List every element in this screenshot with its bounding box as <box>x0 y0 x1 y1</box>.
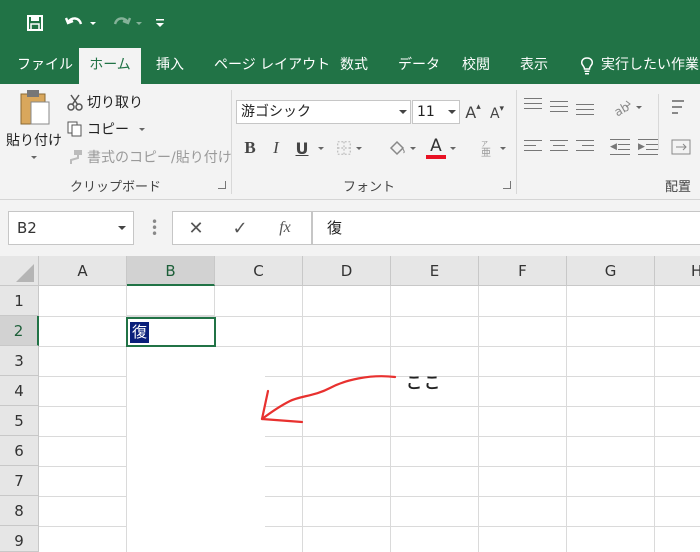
font-color-button[interactable]: A <box>424 134 458 162</box>
tab-formulas[interactable]: 数式 <box>340 46 368 84</box>
ribbon: 貼り付け 切り取り コピー 書式のコピー/貼り付け クリップボード 游ゴシック … <box>0 84 700 200</box>
lightbulb-icon <box>580 57 594 79</box>
paste-button[interactable]: 貼り付け <box>6 88 62 159</box>
name-box[interactable]: B2 <box>8 211 134 245</box>
insert-function-icon[interactable]: fx <box>273 217 297 239</box>
underline-button[interactable]: U <box>292 136 312 160</box>
increase-indent-icon[interactable]: ▶ <box>638 138 660 156</box>
italic-button[interactable]: I <box>266 136 286 160</box>
tab-page-layout[interactable]: ページ レイアウト <box>214 46 330 84</box>
font-size-box[interactable]: 11 <box>412 100 460 124</box>
borders-icon[interactable] <box>336 136 362 160</box>
tab-review[interactable]: 校閲 <box>462 46 490 84</box>
fill-color-icon[interactable] <box>388 136 416 160</box>
svg-text:ア: ア <box>481 140 488 148</box>
scissors-icon <box>67 94 83 111</box>
align-center-icon[interactable] <box>550 140 570 156</box>
tab-home[interactable]: ホーム <box>79 48 141 84</box>
align-top-icon[interactable] <box>524 98 544 114</box>
copy-label: コピー <box>87 122 129 138</box>
paste-label: 貼り付け <box>6 133 62 149</box>
cut-button[interactable]: 切り取り <box>66 92 143 112</box>
tab-file[interactable]: ファイル <box>17 46 73 84</box>
chevron-down-icon <box>448 110 456 114</box>
annotation-text: ここ <box>406 373 443 392</box>
undo-icon[interactable] <box>60 9 100 37</box>
font-name-box[interactable]: 游ゴシック <box>236 100 411 124</box>
font-name-value: 游ゴシック <box>241 104 311 120</box>
align-right-icon[interactable] <box>576 140 596 156</box>
wrap-text-icon[interactable] <box>668 96 694 118</box>
formula-bar-buttons: ✕ ✓ fx <box>172 211 312 245</box>
tell-me-search[interactable]: 実行したい作業を <box>601 46 700 84</box>
format-painter-button[interactable]: 書式のコピー/貼り付け <box>66 147 232 167</box>
font-group-label: フォント <box>343 180 396 195</box>
font-size-value: 11 <box>417 104 435 120</box>
copy-icon <box>67 121 82 137</box>
orientation-icon[interactable]: ab <box>610 96 644 118</box>
ribbon-tabs: ファイル ホーム 挿入 ページ レイアウト 数式 データ 校閲 表示 実行したい… <box>0 46 700 84</box>
format-painter-label: 書式のコピー/貼り付け <box>87 150 232 166</box>
font-color-glyph: A <box>430 136 442 156</box>
font-color-swatch <box>426 155 446 159</box>
decrease-font-size-icon[interactable]: A ▾ <box>487 102 507 126</box>
clipboard-group-label: クリップボード <box>70 180 162 195</box>
align-bottom-icon[interactable] <box>576 98 596 116</box>
save-icon[interactable] <box>22 9 48 37</box>
group-divider <box>231 90 232 194</box>
alignment-group-label: 配置 <box>665 180 692 195</box>
chevron-down-icon[interactable] <box>318 147 324 150</box>
align-middle-icon[interactable] <box>550 98 570 114</box>
worksheet-grid[interactable]: A B C D E F G H 1 2 3 4 5 6 7 8 9 復 ここ <box>0 256 700 552</box>
format-painter-icon <box>70 150 82 164</box>
font-launcher-icon[interactable] <box>503 181 511 189</box>
chevron-down-icon <box>118 226 126 230</box>
increase-font-size-icon[interactable]: A ▴ <box>463 100 483 124</box>
annotation-arrow-icon <box>260 375 397 424</box>
svg-text:ab: ab <box>612 100 632 116</box>
merge-cells-icon[interactable] <box>668 136 694 158</box>
clipboard-launcher-icon[interactable] <box>218 181 226 189</box>
redo-icon[interactable] <box>106 9 146 37</box>
copy-button[interactable]: コピー <box>66 119 145 139</box>
tab-data[interactable]: データ <box>398 46 440 84</box>
formula-input[interactable]: 復 <box>312 211 700 245</box>
paste-icon <box>20 90 50 125</box>
bold-button[interactable]: B <box>240 136 260 160</box>
name-box-value: B2 <box>17 219 37 237</box>
align-left-icon[interactable] <box>524 140 544 156</box>
enter-icon[interactable]: ✓ <box>229 217 251 239</box>
decrease-indent-icon[interactable]: ◀ <box>610 138 632 156</box>
svg-text:亜: 亜 <box>481 148 491 158</box>
formula-bar-grip-icon[interactable]: • • • <box>151 216 158 240</box>
cancel-icon[interactable]: ✕ <box>185 217 207 239</box>
cut-label: 切り取り <box>87 95 143 111</box>
group-divider <box>516 90 517 194</box>
qat-customize-icon[interactable] <box>150 9 170 37</box>
tab-insert[interactable]: 挿入 <box>156 46 184 84</box>
tab-view[interactable]: 表示 <box>520 46 548 84</box>
chevron-down-icon <box>399 110 407 114</box>
title-bar <box>0 0 700 46</box>
phonetic-guide-icon[interactable]: ア亜 <box>476 136 508 160</box>
